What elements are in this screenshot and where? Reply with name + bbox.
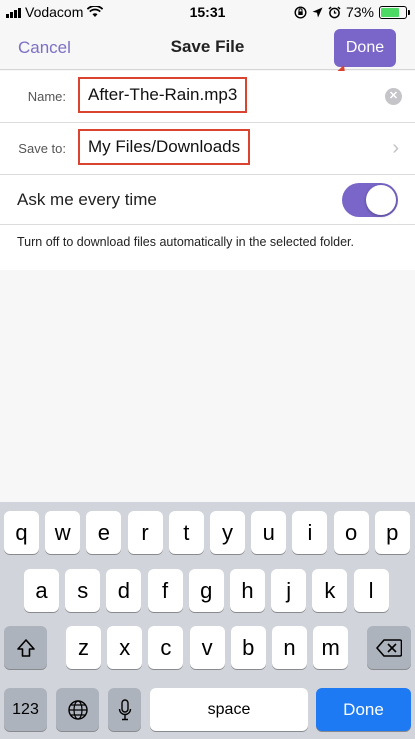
save-to-label: Save to: [18,141,66,156]
key-q[interactable]: q [4,511,39,554]
ask-label: Ask me every time [17,190,157,209]
key-f[interactable]: f [147,569,183,612]
nav-bar: Cancel Save File Done [0,24,415,70]
screen: Vodacom 15:31 73% Cancel Save File Done … [0,0,415,739]
key-i[interactable]: i [292,511,328,554]
name-label: Name: [27,89,66,104]
clear-icon[interactable]: ✕ [385,88,402,105]
keyboard: 123 space Done qwertyuiop asdfghjkl zxcvbn… [0,502,415,739]
key-o[interactable]: o [333,511,369,554]
chevron-right-icon: › [392,137,399,159]
battery-icon [379,5,410,19]
location-icon [312,7,323,17]
key-t[interactable]: t [168,511,204,554]
key-s[interactable]: s [65,569,101,612]
key-w[interactable]: w [45,511,81,554]
status-right: 73% [294,4,410,20]
key-x[interactable]: x [107,626,143,669]
name-row: Name: After-The-Rain.mp3 ✕ [0,71,415,123]
key-l[interactable]: l [353,569,389,612]
save-form: Name: After-The-Rain.mp3 ✕ Save to: My F… [0,71,415,273]
key-h[interactable]: h [230,569,265,612]
key-y[interactable]: y [210,511,245,554]
key-d[interactable]: d [106,569,142,612]
backspace-icon [376,638,402,657]
name-field[interactable]: After-The-Rain.mp3 [78,77,248,113]
microphone-icon [118,698,131,720]
numbers-key[interactable]: 123 [4,688,47,731]
key-b[interactable]: b [230,626,266,669]
save-to-row[interactable]: Save to: My Files/Downloads › [0,123,415,175]
shift-icon [16,638,35,657]
toggle-knob [366,185,396,215]
alarm-icon [328,5,341,18]
key-j[interactable]: j [271,569,307,612]
key-m[interactable]: m [313,626,349,669]
globe-key[interactable] [56,688,99,731]
key-v[interactable]: v [189,626,225,669]
ask-row: Ask me every time [0,175,415,225]
key-u[interactable]: u [251,511,287,554]
key-n[interactable]: n [272,626,307,669]
backspace-key[interactable] [367,626,411,669]
keyboard-done-key[interactable]: Done [316,688,411,731]
battery-fill [381,7,399,17]
dictation-key[interactable] [108,688,141,731]
key-a[interactable]: a [24,569,59,612]
globe-icon [67,699,88,720]
key-c[interactable]: c [148,626,184,669]
shift-key[interactable] [4,626,47,669]
key-e[interactable]: e [86,511,122,554]
key-g[interactable]: g [188,569,224,612]
key-r[interactable]: r [127,511,163,554]
key-p[interactable]: p [374,511,410,554]
rotation-lock-icon [294,5,307,19]
save-to-field[interactable]: My Files/Downloads [78,129,251,165]
battery-percent: 73% [345,4,374,20]
ask-toggle[interactable] [342,183,398,217]
empty-area [0,270,415,502]
status-bar: Vodacom 15:31 73% [0,0,415,24]
ask-description: Turn off to download files automatically… [0,225,415,273]
space-key[interactable]: space [150,688,308,731]
key-z[interactable]: z [66,626,101,669]
key-k[interactable]: k [312,569,348,612]
